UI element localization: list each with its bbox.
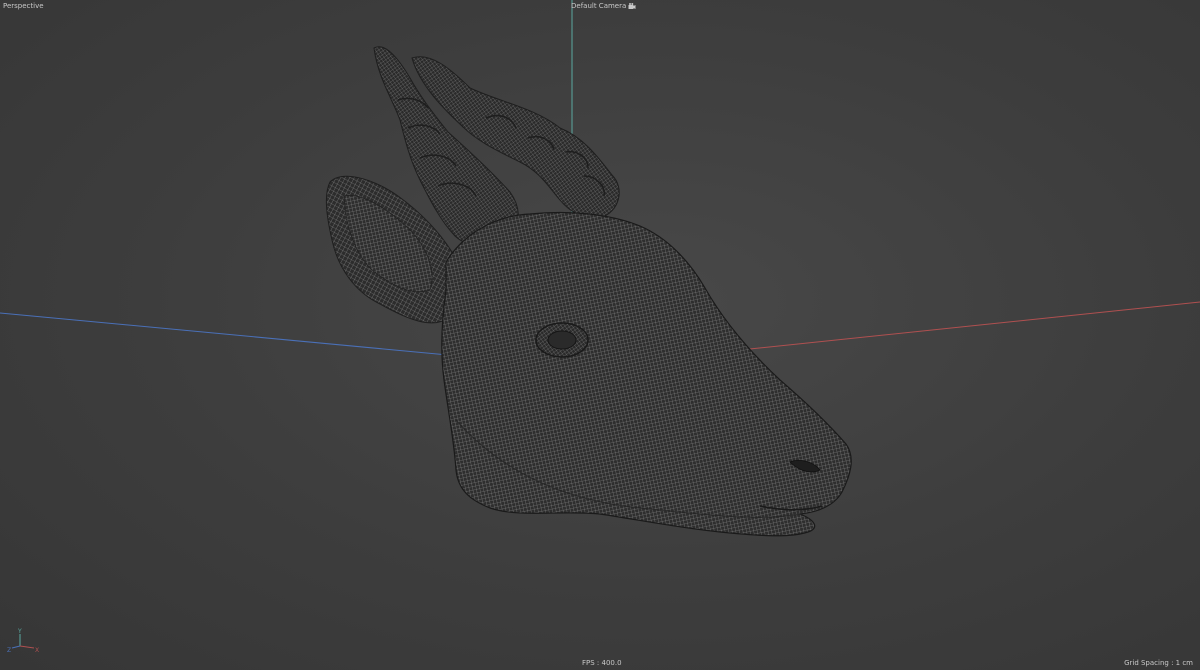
head <box>441 211 852 537</box>
x-axis-line <box>739 301 1200 351</box>
camera-selector[interactable]: Default Camera <box>571 2 636 11</box>
3d-viewport[interactable]: Perspective Default Camera FPS : 400.0 G… <box>0 0 1200 670</box>
camera-name-label: Default Camera <box>571 2 627 10</box>
axis-gizmo: Y Z X <box>7 628 39 654</box>
z-axis-line <box>0 312 449 356</box>
gizmo-x-axis <box>19 645 35 649</box>
antelope-head-mesh[interactable] <box>325 46 852 537</box>
camera-icon[interactable] <box>628 3 636 10</box>
view-name-label[interactable]: Perspective <box>3 2 44 11</box>
fps-readout: FPS : 400.0 <box>582 659 622 667</box>
eye-inner <box>547 330 577 350</box>
gizmo-y-label: Y <box>17 628 22 635</box>
grid-spacing-readout: Grid Spacing : 1 cm <box>1124 659 1193 667</box>
gizmo-z-label: Z <box>7 647 11 654</box>
gizmo-x-label: X <box>35 647 39 654</box>
gizmo-z-axis <box>11 645 21 649</box>
scene-canvas[interactable] <box>0 0 1200 670</box>
